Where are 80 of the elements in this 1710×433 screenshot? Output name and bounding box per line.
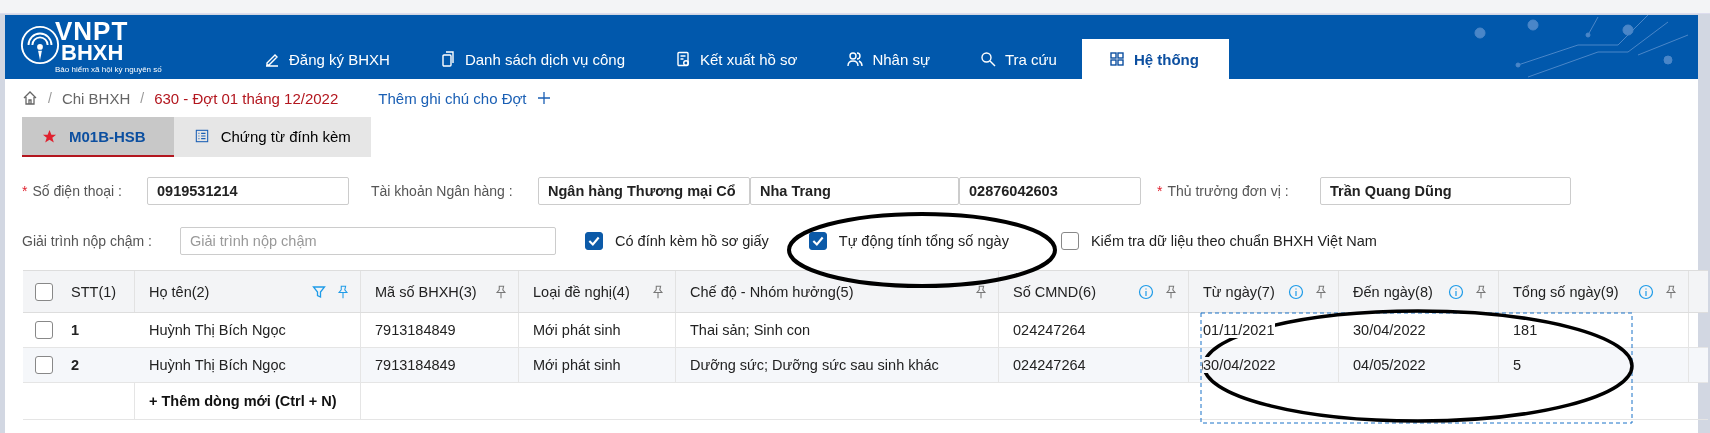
copy-icon [439,51,456,67]
column-header: Mã số BHXH(3) [375,283,477,300]
breadcrumb-link[interactable]: Chi BHXH [61,89,131,107]
table-cell: 30/04/2022 [1203,357,1276,373]
table-cell: Huỳnh Thị Bích Ngọc [149,322,286,338]
nav-tab[interactable]: Nhân sự [822,39,955,79]
breadcrumb-separator: / [140,90,145,106]
field-label: Thủ trưởng đơn vị : [1167,183,1289,199]
table-cell: 5 [1513,357,1522,373]
logo-tagline: Bảo hiểm xã hội kỷ nguyên số [55,66,162,74]
table-cell: 01/11/2021 [1203,322,1275,338]
table-cell: 30/04/2022 [1353,322,1426,338]
column-header: Số CMND(6) [1013,283,1096,300]
checkbox[interactable] [585,232,603,250]
nav-tab[interactable]: Đăng ký BHXH [239,39,415,79]
breadcrumb-separator: / [48,90,52,106]
checkbox[interactable] [808,232,827,250]
table-cell: Dưỡng sức; Dưỡng sức sau sinh khác [690,357,939,373]
add-row-link[interactable]: + Thêm dòng mới (Ctrl + N) [149,393,337,409]
info-icon[interactable] [1448,283,1464,300]
logo-text: VNPT [55,18,130,44]
breadcrumb-current: 630 - Đợt 01 tháng 12/2022 [154,89,339,107]
search-icon [979,51,996,67]
checkbox[interactable] [35,282,53,301]
nav-tab[interactable]: Kết xuất hồ sơ [650,39,823,79]
checkbox-label: Kiểm tra dữ liệu theo chuẩn BHXH Việt Nam [1090,233,1377,249]
table-cell: 7913184849 [375,357,456,373]
unit-head-field[interactable]: Trần Quang Dũng [1320,177,1571,205]
field-label: Tài khoản Ngân hàng : [371,183,513,199]
column-header: Loại đề nghị(4) [533,283,630,300]
plus-icon[interactable] [536,91,551,105]
required-mark: * [1157,183,1163,199]
required-mark: * [22,183,28,199]
logo-text: BHXH [61,42,125,64]
table-cell: 7913184849 [375,322,456,338]
grid-icon [1108,51,1125,67]
star-icon [42,128,57,144]
info-icon[interactable] [1138,283,1154,300]
table-cell: 2 [71,357,80,373]
table-cell: 181 [1513,322,1538,338]
column-header: Họ tên(2) [149,283,210,300]
tab[interactable]: Chứng từ đính kèm [173,117,371,157]
checkbox[interactable] [35,356,53,374]
table-cell: Thai sản; Sinh con [690,322,811,338]
nav-tab[interactable]: Tra cứu [954,39,1082,79]
document-icon [675,51,691,67]
list-icon [194,129,209,143]
table-cell: 04/05/2022 [1353,357,1426,373]
table-cell: 1 [71,322,80,338]
phone-field[interactable]: 0919531214 [147,177,349,205]
table-cell: 024247264 [1013,322,1086,338]
table-cell: 024247264 [1013,357,1086,373]
checkbox-label: Có đính kèm hồ sơ giấy [615,233,769,249]
home-icon[interactable] [22,90,38,106]
checkbox-label: Tự động tính tổng số ngày [838,233,1009,249]
column-header: Đến ngày(8) [1353,283,1433,300]
column-header: Tổng số ngày(9) [1513,283,1619,300]
info-icon[interactable] [1288,283,1304,300]
filter-icon[interactable] [312,284,326,299]
nav-tab[interactable]: Danh sách dịch vụ công [414,39,650,79]
field-label: Số điện thoại : [32,183,122,199]
tab[interactable]: M01B-HSB [22,117,174,157]
users-icon [847,51,864,67]
column-header: STT(1) [71,283,117,300]
checkbox[interactable] [1060,232,1079,250]
bank-account-field[interactable]: Ngân hàng Thương mại Cổ [538,177,750,205]
field-label: Giải trình nộp chậm : [22,233,152,249]
column-header: Từ ngày(7) [1203,283,1275,300]
bank-account-field[interactable]: 02876042603 [959,177,1141,205]
table-cell: Mới phát sinh [533,322,621,338]
bank-account-field[interactable]: Nha Trang [750,177,959,205]
nav-tab[interactable]: Hệ thống [1081,39,1229,79]
checkbox[interactable] [35,321,53,339]
table-cell: Mới phát sinh [533,357,621,373]
late-explanation-field[interactable]: Giải trình nộp chậm [180,227,556,255]
column-header: Chế độ - Nhóm hưởng(5) [690,283,854,300]
info-icon[interactable] [1638,283,1654,300]
table-cell: Huỳnh Thị Bích Ngọc [149,357,286,373]
pin-icon[interactable] [974,284,988,299]
add-note-link[interactable]: Thêm ghi chú cho Đợt [378,89,527,107]
